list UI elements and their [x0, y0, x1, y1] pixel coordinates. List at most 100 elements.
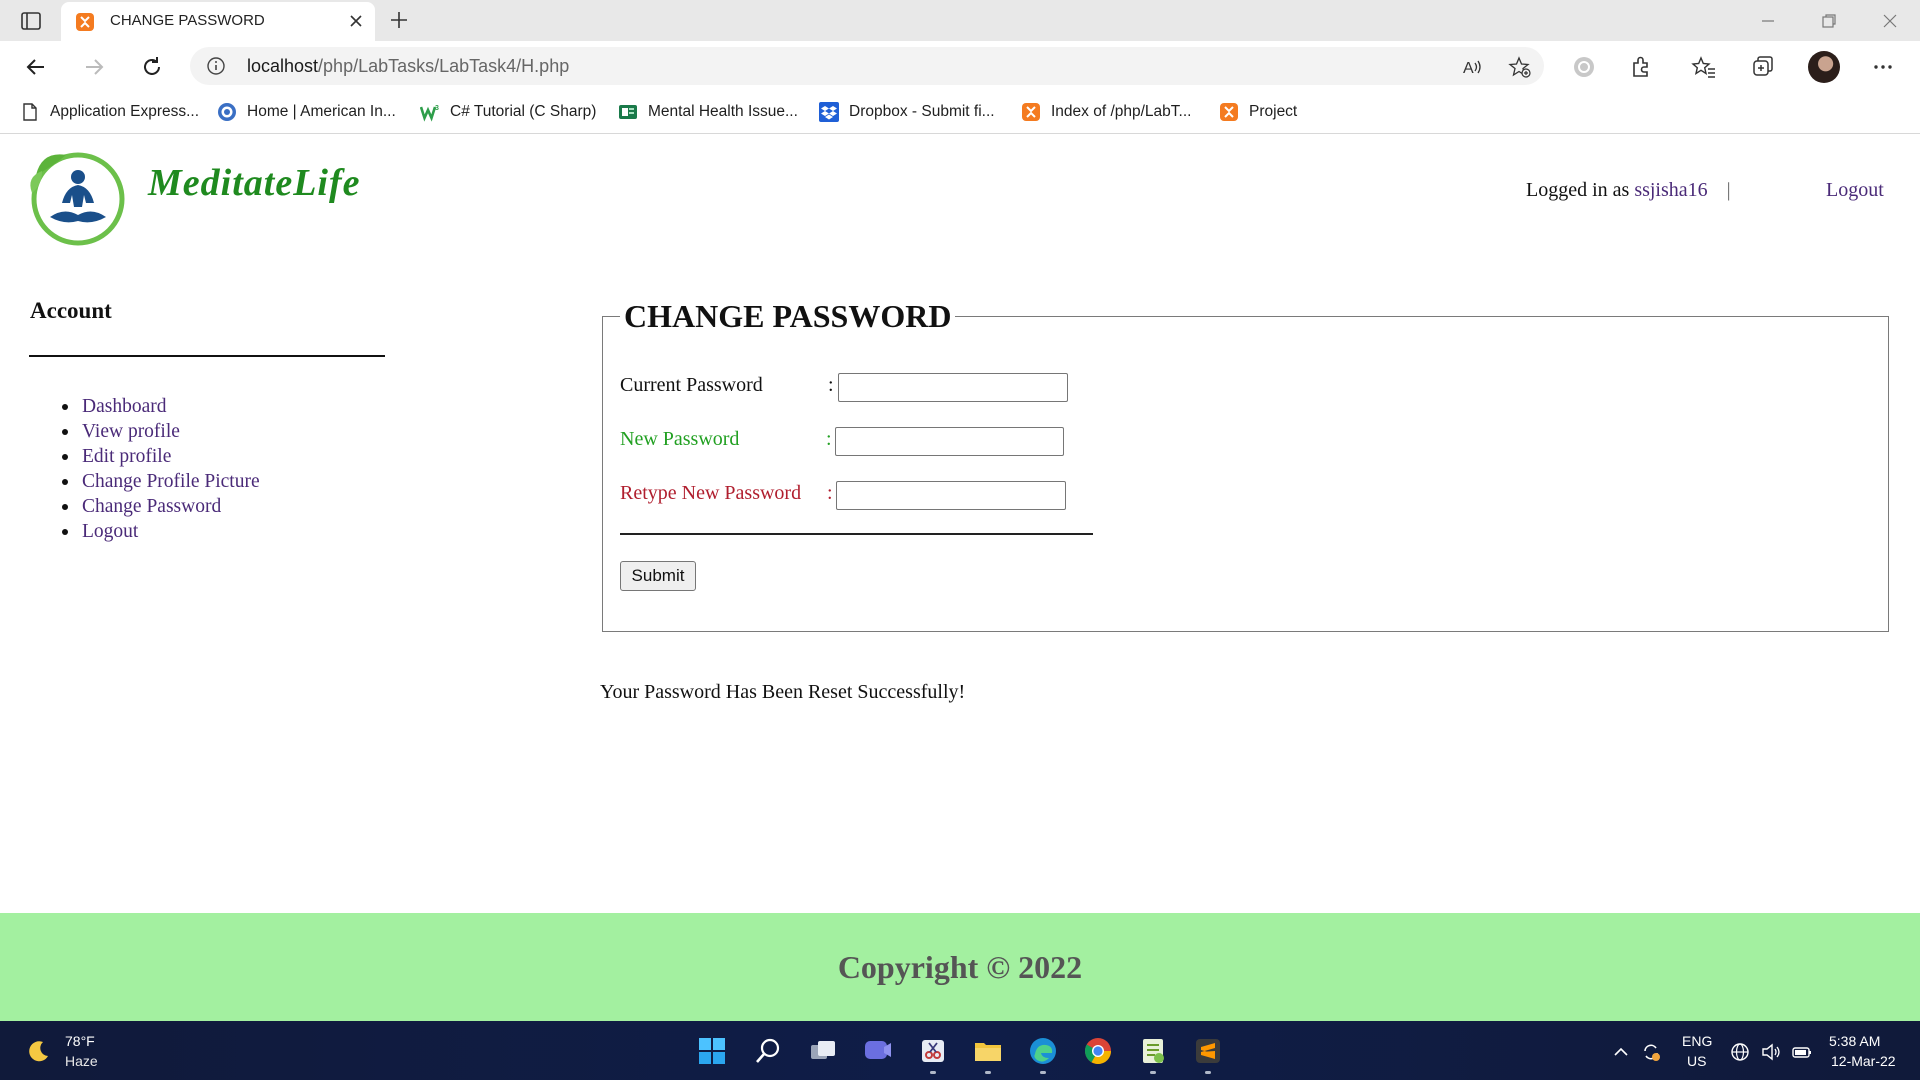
xampp-icon	[1022, 103, 1040, 121]
snipping-tool-icon[interactable]	[917, 1035, 949, 1067]
page-footer: Copyright © 2022	[0, 913, 1920, 1021]
teams-chat-icon[interactable]	[862, 1035, 894, 1067]
submit-button[interactable]: Submit	[620, 561, 696, 591]
bookmark-index-of-php[interactable]: Index of /php/LabT...	[1021, 101, 1191, 123]
sidebar-divider	[29, 355, 385, 357]
read-aloud-icon[interactable]: A	[1460, 55, 1484, 79]
new-password-label: New Password	[620, 428, 740, 450]
volume-icon[interactable]	[1760, 1041, 1782, 1063]
current-password-label: Current Password	[620, 374, 763, 396]
login-status: Logged in as ssjisha16 |	[1526, 179, 1731, 202]
meditation-logo-icon	[30, 152, 125, 246]
menu-item-logout[interactable]: Logout	[62, 519, 260, 544]
minimize-icon[interactable]	[1756, 9, 1780, 33]
sidebar-title: Account	[30, 298, 112, 323]
weather-temperature[interactable]: 78°F	[65, 1033, 95, 1049]
bookmark-csharp-tutorial[interactable]: 3 C# Tutorial (C Sharp)	[420, 101, 596, 123]
sync-icon[interactable]	[1640, 1041, 1662, 1063]
bookmark-project[interactable]: Project	[1219, 101, 1297, 123]
menu-item-view-profile[interactable]: View profile	[62, 419, 260, 444]
bookmark-label: Home | American In...	[247, 103, 396, 120]
favorites-icon[interactable]	[1691, 54, 1717, 80]
task-view-icon[interactable]	[807, 1035, 839, 1067]
account-menu: Dashboard View profile Edit profile Chan…	[62, 394, 260, 544]
profile-avatar[interactable]	[1808, 51, 1840, 83]
login-prefix: Logged in as	[1526, 179, 1630, 201]
active-tab[interactable]: CHANGE PASSWORD	[61, 2, 375, 41]
browser-tab-bar: CHANGE PASSWORD	[0, 0, 1920, 41]
site-info-icon[interactable]	[206, 56, 226, 76]
extension-gray-icon[interactable]	[1571, 54, 1597, 80]
header-logout-link[interactable]: Logout	[1826, 179, 1884, 202]
menu-item-edit-profile[interactable]: Edit profile	[62, 444, 260, 469]
w3-icon: 3	[420, 105, 439, 122]
running-indicator	[930, 1071, 936, 1074]
new-tab-icon[interactable]	[387, 8, 411, 32]
green-doc-icon	[619, 105, 637, 119]
url-text[interactable]: localhost/php/LabTasks/LabTask4/H.php	[247, 56, 569, 77]
retype-password-input[interactable]	[836, 481, 1066, 510]
tab-title: CHANGE PASSWORD	[110, 12, 265, 29]
collections-icon[interactable]	[1750, 54, 1776, 80]
close-window-icon[interactable]	[1878, 9, 1902, 33]
menu-item-dashboard[interactable]: Dashboard	[62, 394, 260, 419]
chrome-icon[interactable]	[1082, 1035, 1114, 1067]
xampp-favicon-icon	[76, 13, 94, 31]
running-indicator	[1150, 1071, 1156, 1074]
moon-weather-icon[interactable]	[26, 1038, 52, 1064]
add-favorite-icon[interactable]	[1508, 55, 1532, 79]
bookmark-mental-health[interactable]: Mental Health Issue...	[618, 101, 798, 123]
sublime-text-icon[interactable]	[1192, 1035, 1224, 1067]
bookmark-label: C# Tutorial (C Sharp)	[450, 103, 597, 120]
running-indicator	[1040, 1071, 1046, 1074]
search-icon[interactable]	[752, 1035, 784, 1067]
extensions-icon[interactable]	[1628, 54, 1654, 80]
globe-icon	[218, 103, 236, 121]
current-password-colon: :	[828, 374, 834, 396]
username-link[interactable]: ssjisha16	[1634, 179, 1707, 201]
region-indicator[interactable]: US	[1687, 1053, 1706, 1069]
running-indicator	[1205, 1071, 1211, 1074]
site-logo-text[interactable]: MeditateLife	[148, 161, 360, 205]
new-password-input[interactable]	[835, 427, 1064, 456]
windows-start-icon[interactable]	[696, 1035, 728, 1067]
network-globe-icon[interactable]	[1729, 1041, 1751, 1063]
clock-time[interactable]: 5:38 AM	[1829, 1033, 1880, 1049]
back-icon[interactable]	[23, 54, 49, 80]
svg-text:A: A	[1463, 60, 1474, 77]
bookmark-american-in[interactable]: Home | American In...	[217, 101, 396, 123]
notepad-plus-icon[interactable]	[1137, 1035, 1169, 1067]
menu-item-change-password[interactable]: Change Password	[62, 494, 260, 519]
bookmark-label: Application Express...	[50, 103, 200, 120]
page-icon	[23, 103, 37, 121]
dropbox-icon	[819, 102, 839, 122]
browser-toolbar: localhost/php/LabTasks/LabTask4/H.php A	[0, 41, 1920, 92]
edge-browser-icon[interactable]	[1027, 1035, 1059, 1067]
weather-description[interactable]: Haze	[65, 1053, 98, 1069]
battery-icon[interactable]	[1791, 1041, 1813, 1063]
forward-icon[interactable]	[81, 54, 107, 80]
language-indicator[interactable]: ENG	[1682, 1033, 1712, 1049]
show-hidden-icons-icon[interactable]	[1610, 1041, 1632, 1063]
file-explorer-icon[interactable]	[972, 1035, 1004, 1067]
retype-password-colon: :	[827, 482, 833, 504]
bookmark-label: Index of /php/LabT...	[1051, 103, 1192, 120]
bookmark-label: Project	[1249, 103, 1298, 120]
form-divider	[620, 533, 1093, 535]
bookmark-application-express[interactable]: Application Express...	[20, 101, 199, 123]
tab-actions-icon[interactable]	[20, 10, 42, 32]
bookmarks-bar: Application Express... Home | American I…	[0, 92, 1920, 134]
bookmark-dropbox[interactable]: Dropbox - Submit fi...	[819, 101, 995, 123]
refresh-icon[interactable]	[139, 54, 165, 80]
copyright-text: Copyright © 2022	[837, 949, 1083, 985]
bookmark-label: Dropbox - Submit fi...	[849, 103, 995, 120]
clock-date[interactable]: 12-Mar-22	[1831, 1053, 1896, 1069]
current-password-input[interactable]	[838, 373, 1068, 402]
restore-icon[interactable]	[1817, 9, 1841, 33]
address-bar[interactable]: localhost/php/LabTasks/LabTask4/H.php A	[190, 47, 1544, 85]
menu-item-change-profile-picture[interactable]: Change Profile Picture	[62, 469, 260, 494]
change-password-fieldset	[602, 316, 1889, 632]
close-tab-icon[interactable]	[346, 11, 366, 31]
more-options-icon[interactable]	[1870, 54, 1896, 80]
taskbar: 78°F Haze ENG US 5:38 AM 12-Mar-22	[0, 1021, 1920, 1080]
